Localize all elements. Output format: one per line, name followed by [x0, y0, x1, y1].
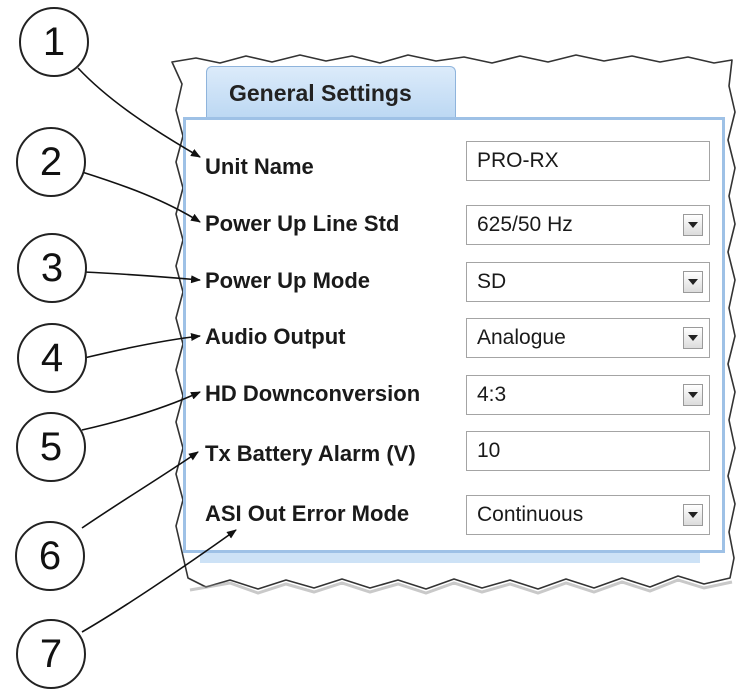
callout-number: 7	[39, 632, 63, 676]
callout-7: 7	[16, 619, 86, 689]
callout-leader-lines	[77, 67, 237, 633]
callout-4: 4	[17, 323, 87, 393]
callout-3: 3	[17, 233, 87, 303]
callout-2: 2	[16, 127, 86, 197]
callout-number: 6	[38, 534, 62, 578]
callout-line-2	[81, 171, 201, 223]
callout-number: 2	[39, 140, 63, 184]
callout-number: 5	[39, 425, 63, 469]
callout-line-7	[81, 529, 237, 633]
callout-line-5	[81, 391, 201, 431]
callout-line-1	[77, 67, 201, 158]
callout-5: 5	[16, 412, 86, 482]
callout-line-4	[83, 333, 201, 359]
callout-number: 3	[40, 246, 64, 290]
callout-number: 1	[42, 20, 66, 64]
callout-line-3	[83, 271, 201, 284]
callout-1: 1	[19, 7, 89, 77]
callout-6: 6	[15, 521, 85, 591]
callout-line-6	[81, 451, 199, 529]
callout-number: 4	[40, 336, 64, 380]
